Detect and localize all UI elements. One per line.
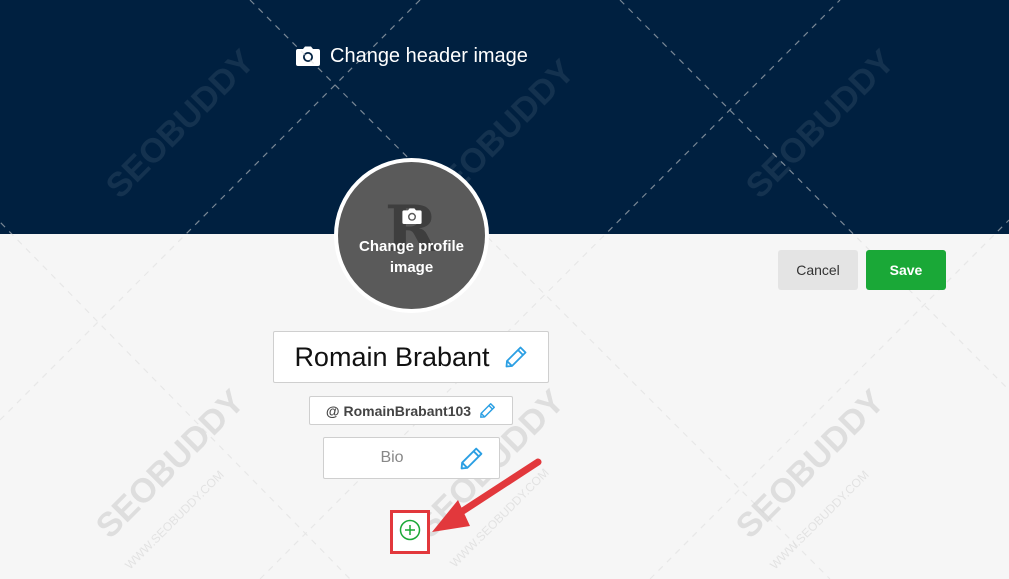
- watermark-url: WWW.SEOBUDDY.COM: [767, 468, 871, 572]
- bio-field[interactable]: Bio: [323, 437, 500, 479]
- camera-icon: [296, 46, 320, 66]
- handle-text: @ RomainBrabant103: [325, 402, 472, 419]
- watermark-url: WWW.SEOBUDDY.COM: [447, 466, 551, 570]
- add-field-button[interactable]: [390, 510, 430, 554]
- change-profile-label: Change profile image: [358, 238, 464, 276]
- watermark-brand: SEOBUDDY: [89, 382, 252, 545]
- edit-bio-pencil-icon[interactable]: [459, 446, 484, 476]
- handle-field[interactable]: @ RomainBrabant103: [309, 396, 513, 425]
- bio-placeholder: Bio: [380, 449, 404, 466]
- display-name: Romain Brabant: [294, 341, 490, 372]
- change-profile-image-button[interactable]: R Change profile image: [338, 162, 485, 309]
- display-name-field[interactable]: Romain Brabant: [273, 331, 549, 383]
- watermark-brand: SEOBUDDY: [729, 382, 892, 545]
- save-button[interactable]: Save: [866, 250, 946, 290]
- header-banner: Change header image: [0, 0, 1009, 234]
- edit-handle-pencil-icon[interactable]: [479, 402, 496, 419]
- change-header-label: Change header image: [330, 44, 528, 67]
- change-header-image-button[interactable]: Change header image: [296, 42, 528, 70]
- watermark-url: WWW.SEOBUDDY.COM: [122, 468, 226, 572]
- edit-name-pencil-icon[interactable]: [504, 345, 528, 369]
- camera-icon: [401, 208, 422, 236]
- plus-circle-icon: [399, 519, 421, 546]
- cancel-button[interactable]: Cancel: [778, 250, 858, 290]
- avatar-overlay: Change profile image: [338, 208, 485, 278]
